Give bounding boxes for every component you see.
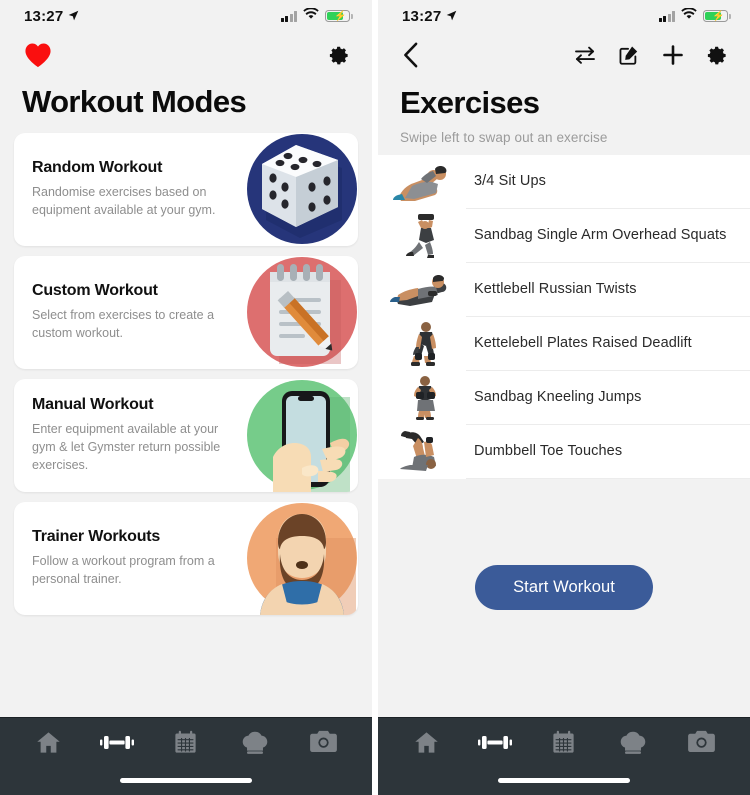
list-item[interactable]: Kettlebell Russian Twists — [378, 263, 750, 316]
workout-mode-card[interactable]: Random Workout Randomise exercises based… — [14, 133, 358, 246]
tab-list-right — [378, 718, 750, 766]
trainer-avatar-illustration — [236, 502, 358, 615]
exercise-name: Kettelebell Plates Raised Deadlift — [474, 334, 692, 351]
battery-charging-icon: ⚡ — [703, 10, 731, 22]
battery-charging-icon: ⚡ — [325, 10, 353, 22]
exercises-screen: 13:27 ⚡ Exercises Swipe left to swap out… — [378, 0, 750, 795]
russian-twist-thumbnail — [388, 267, 462, 312]
dice-illustration — [236, 133, 358, 246]
workout-mode-card[interactable]: Manual Workout Enter equipment available… — [14, 379, 358, 492]
heart-icon[interactable] — [24, 42, 52, 68]
card-title: Custom Workout — [32, 282, 158, 300]
status-bar-right: 13:27 ⚡ — [378, 0, 750, 32]
card-text: Manual Workout Enter equipment available… — [32, 379, 237, 492]
status-bar-left: 13:27 ⚡ — [0, 0, 372, 32]
tab-home[interactable] — [24, 721, 72, 763]
list-item[interactable]: Kettelebell Plates Raised Deadlift — [378, 317, 750, 370]
home-indicator-right — [498, 778, 630, 783]
tab-calendar[interactable] — [540, 721, 588, 763]
workout-mode-card-list: Random Workout Randomise exercises based… — [0, 133, 372, 615]
card-text: Custom Workout Select from exercises to … — [32, 256, 237, 369]
chevron-left-icon[interactable] — [402, 42, 419, 68]
list-item[interactable]: Sandbag Single Arm Overhead Squats — [378, 209, 750, 262]
tab-workouts[interactable] — [471, 721, 519, 763]
tab-nutrition[interactable] — [609, 721, 657, 763]
tab-progress-photos[interactable] — [300, 721, 348, 763]
swap-arrows-icon[interactable] — [574, 46, 596, 64]
workout-mode-card[interactable]: Trainer Workouts Follow a workout progra… — [14, 502, 358, 615]
card-description: Follow a workout program from a personal… — [32, 554, 215, 586]
exercise-name: Sandbag Kneeling Jumps — [474, 388, 642, 405]
deadlift-thumbnail — [388, 321, 462, 366]
card-text: Trainer Workouts Follow a workout progra… — [32, 502, 237, 615]
tab-progress-photos[interactable] — [678, 721, 726, 763]
card-text: Random Workout Randomise exercises based… — [32, 133, 237, 246]
list-item[interactable]: Sandbag Kneeling Jumps — [378, 371, 750, 424]
toe-touch-thumbnail — [388, 429, 462, 474]
status-indicators-left: ⚡ — [280, 7, 353, 25]
status-time-left: 13:27 — [24, 8, 79, 25]
tab-bar-right — [378, 717, 750, 795]
card-title: Manual Workout — [32, 396, 154, 414]
tab-calendar[interactable] — [162, 721, 210, 763]
cellular-signal-icon — [658, 10, 675, 22]
start-workout-button[interactable]: Start Workout — [475, 565, 653, 610]
status-time-text: 13:27 — [402, 7, 442, 25]
page-title-right: Exercises — [400, 85, 540, 120]
start-workout-wrap: Start Workout — [378, 565, 750, 610]
card-description: Enter equipment available at your gym & … — [32, 422, 221, 472]
exercise-name: Kettlebell Russian Twists — [474, 280, 637, 297]
card-description: Randomise exercises based on equipment a… — [32, 185, 216, 217]
sit-up-thumbnail — [388, 159, 462, 204]
list-item[interactable]: Dumbbell Toe Touches — [378, 425, 750, 478]
gear-icon[interactable] — [707, 45, 728, 66]
overhead-squat-thumbnail — [388, 213, 462, 258]
page-subtitle: Swipe left to swap out an exercise — [400, 130, 608, 145]
status-indicators-right: ⚡ — [658, 7, 731, 25]
home-indicator-left — [120, 778, 252, 783]
gear-icon[interactable] — [329, 45, 350, 66]
nav-actions — [574, 44, 728, 66]
exercise-list: 3/4 Sit Ups Sandbag Single Arm Overhead … — [378, 155, 750, 479]
status-time-right: 13:27 — [402, 8, 457, 25]
page-title-left: Workout Modes — [22, 84, 247, 119]
right-nav-bar — [378, 32, 750, 78]
kneeling-jump-thumbnail — [388, 375, 462, 420]
plus-icon[interactable] — [662, 44, 684, 66]
list-separator — [466, 478, 750, 479]
card-title: Trainer Workouts — [32, 528, 161, 546]
location-arrow-icon — [446, 8, 457, 25]
workout-modes-screen: 13:27 ⚡ Workout Modes Random Workout Ran… — [0, 0, 372, 795]
location-arrow-icon — [68, 8, 79, 25]
wifi-icon — [681, 7, 697, 25]
dual-phone-screenshot: 13:27 ⚡ Workout Modes Random Workout Ran… — [0, 0, 750, 795]
card-description: Select from exercises to create a custom… — [32, 308, 215, 340]
workout-mode-card[interactable]: Custom Workout Select from exercises to … — [14, 256, 358, 369]
list-item[interactable]: 3/4 Sit Ups — [378, 155, 750, 208]
tab-home[interactable] — [402, 721, 450, 763]
left-nav-bar — [0, 32, 372, 78]
hand-phone-illustration — [236, 379, 358, 492]
exercise-name: Sandbag Single Arm Overhead Squats — [474, 226, 727, 243]
card-title: Random Workout — [32, 159, 163, 177]
cellular-signal-icon — [280, 10, 297, 22]
tab-nutrition[interactable] — [231, 721, 279, 763]
exercise-name: 3/4 Sit Ups — [474, 172, 547, 189]
status-time-text: 13:27 — [24, 7, 64, 25]
wifi-icon — [303, 7, 319, 25]
exercise-name: Dumbbell Toe Touches — [474, 442, 623, 459]
edit-compose-icon[interactable] — [619, 45, 639, 65]
tab-bar-left — [0, 717, 372, 795]
notepad-pencil-illustration — [236, 256, 358, 369]
tab-list-left — [0, 718, 372, 766]
tab-workouts[interactable] — [93, 721, 141, 763]
